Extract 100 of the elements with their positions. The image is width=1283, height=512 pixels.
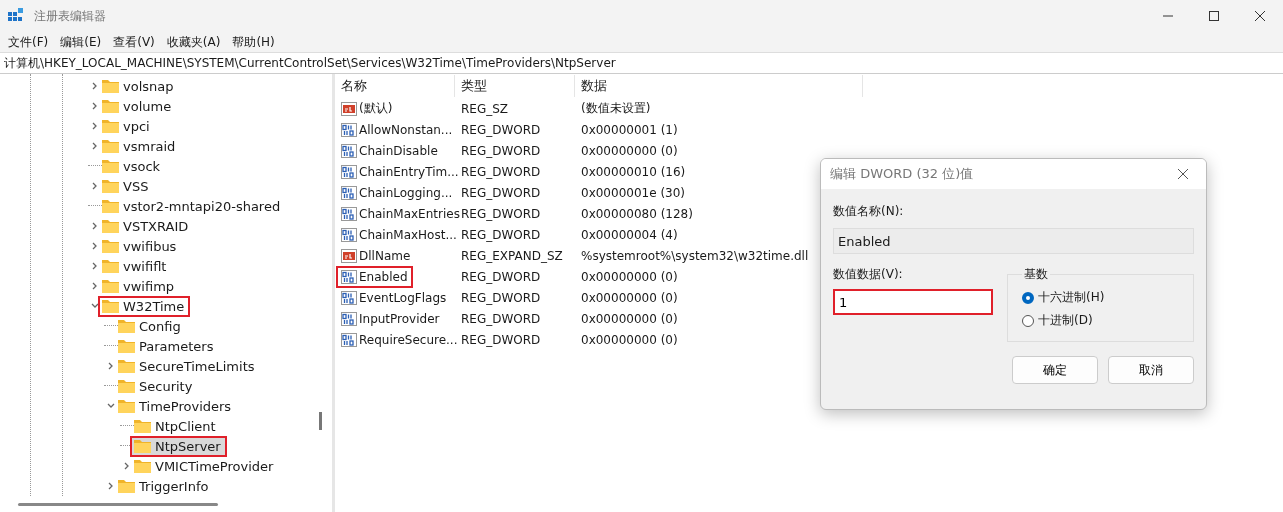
field-label: 数值数据(V): [833,266,904,283]
folder-icon [134,439,151,453]
folder-icon [102,99,119,113]
tree-item[interactable]: VMICTimeProvider [130,455,280,477]
maximize-icon [1209,11,1219,21]
tree-item[interactable]: vwififlt [98,255,173,277]
tree-item[interactable]: vstor2-mntapi20-shared [98,195,287,217]
table-cell: AllowNonstan... [359,122,453,137]
table-cell: EventLogFlags [359,290,447,305]
table-cell: ChainEntryTim... [359,164,459,179]
binary-value-icon [341,163,357,180]
folder-icon [102,199,119,213]
tree-item[interactable]: TriggerInfo [114,475,215,497]
tree-item[interactable]: NtpClient [130,415,222,437]
table-cell: (数值未设置) [581,100,651,117]
folder-icon [102,279,119,293]
tree-item[interactable]: TimeProviders [114,395,238,417]
registry-app-icon [8,8,24,24]
tree-item[interactable]: W32Time [98,295,191,317]
menu-item[interactable]: 文件(F) [2,33,55,51]
binary-value-icon [341,205,357,222]
table-cell: 0x0000001e (30) [581,185,685,200]
table-cell: REG_DWORD [461,185,541,200]
tree-item[interactable]: SecureTimeLimits [114,355,261,377]
table-cell: ChainMaxEntries [359,206,460,221]
menu-item[interactable]: 查看(V) [107,33,161,51]
table-cell: RequireSecure... [359,332,458,347]
folder-icon [102,219,119,233]
table-cell: 0x00000004 (4) [581,227,678,242]
dialog-button[interactable]: 确定 [1012,356,1098,384]
value-data-field[interactable]: 1 [833,289,993,315]
scrollbar-thumb[interactable] [319,412,322,430]
column-header[interactable]: 数据 [575,75,863,97]
table-cell: 0x00000000 (0) [581,269,678,284]
binary-value-icon [341,226,357,243]
dialog-title: 编辑 DWORD (32 位)值 [830,165,975,183]
dialog-button[interactable]: 取消 [1108,356,1194,384]
table-cell: 0x00000010 (16) [581,164,686,179]
folder-icon [118,379,135,393]
tree-item[interactable]: vwifibus [98,235,183,257]
tree-item[interactable]: VSTXRAID [98,215,195,237]
table-cell: (默认) [359,100,393,117]
tree-item[interactable]: Security [114,375,199,397]
radio-option[interactable]: 十进制(D) [1022,312,1179,329]
table-cell: REG_DWORD [461,122,541,137]
table-cell: REG_DWORD [461,269,541,284]
binary-value-icon [341,331,357,348]
table-cell: REG_DWORD [461,143,541,158]
table-cell: 0x00000000 (0) [581,143,678,158]
folder-icon [134,419,151,433]
table-cell: %systemroot%\system32\w32time.dll [581,248,809,263]
folder-icon [118,359,135,373]
table-cell: 0x00000000 (0) [581,290,678,305]
folder-icon [102,299,119,313]
table-cell: Enabled [359,269,408,284]
tree-item[interactable]: vsock [98,155,167,177]
tree-item[interactable]: vwifimp [98,275,181,297]
scrollbar-thumb[interactable] [18,502,218,506]
binary-value-icon [341,289,357,306]
table-cell: 0x00000001 (1) [581,122,678,137]
tree-item[interactable]: Parameters [114,335,220,357]
tree-item[interactable]: volume [98,95,178,117]
tree-item[interactable]: Config [114,315,187,337]
value-name-field[interactable]: Enabled [833,228,1194,254]
tree-item[interactable]: vsmraid [98,135,182,157]
radio-option[interactable]: 十六进制(H) [1022,289,1179,306]
table-cell: ChainMaxHost... [359,227,457,242]
table-cell: REG_DWORD [461,290,541,305]
binary-value-icon [341,268,357,285]
column-header[interactable]: 名称 [335,75,455,97]
tree-item[interactable]: VSS [98,175,155,197]
binary-value-icon [341,121,357,138]
string-value-icon [341,247,357,264]
table-cell: DllName [359,248,411,263]
table-cell: REG_DWORD [461,164,541,179]
field-label: 数值名称(N): [833,203,905,220]
folder-icon [102,79,119,93]
folder-icon [118,319,135,333]
binary-value-icon [341,142,357,159]
binary-value-icon [341,310,357,327]
table-cell: REG_SZ [461,101,509,116]
tree-item[interactable]: NtpServer [130,435,227,457]
window-title: 注册表编辑器 [34,7,107,25]
table-cell: 0x00000000 (0) [581,311,678,326]
table-cell: ChainDisable [359,143,438,158]
binary-value-icon [341,184,357,201]
address-bar[interactable]: 计算机\HKEY_LOCAL_MACHINE\SYSTEM\CurrentControlSet\Services\W32Time\TimeProviders\NtpServer [0,52,1283,74]
menu-item[interactable]: 编辑(E) [54,33,108,51]
folder-icon [102,139,119,153]
folder-icon [134,459,151,473]
tree-item[interactable]: vpci [98,115,156,137]
menu-item[interactable]: 帮助(H) [226,33,281,51]
table-cell: REG_DWORD [461,311,541,326]
column-header[interactable]: 类型 [455,75,575,97]
menu-item[interactable]: 收藏夹(A) [160,33,227,51]
folder-icon [102,179,119,193]
tree-item[interactable]: volsnap [98,75,180,97]
table-cell: REG_DWORD [461,206,541,221]
folder-icon [102,259,119,273]
folder-icon [118,479,135,493]
